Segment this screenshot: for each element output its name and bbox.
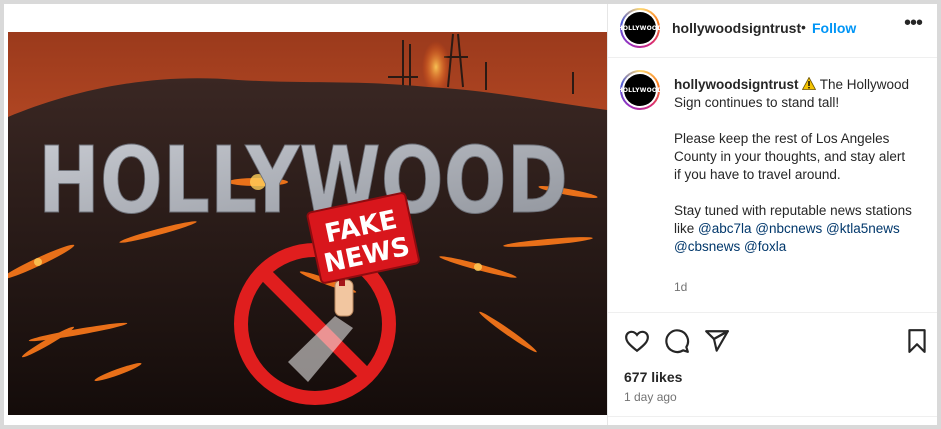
- post-image[interactable]: HOLLYWOOD FAKE NEWS: [8, 32, 607, 415]
- mention-link[interactable]: @ktla5news: [826, 221, 900, 236]
- caption-username[interactable]: hollywoodsigntrust: [674, 77, 799, 92]
- action-bar: [608, 322, 937, 358]
- mention-link[interactable]: @abc7la: [698, 221, 752, 236]
- divider: [608, 416, 937, 417]
- comment-icon[interactable]: [664, 328, 690, 354]
- caption-area: HOLLYWOOD hollywoodsigntrust The Hollywo…: [608, 58, 937, 313]
- likes-count[interactable]: 677 likes: [624, 369, 682, 385]
- bookmark-icon[interactable]: [904, 328, 930, 354]
- separator-dot: •: [801, 19, 806, 35]
- caption-avatar[interactable]: HOLLYWOOD: [618, 70, 662, 110]
- mention-link[interactable]: @nbcnews: [755, 221, 822, 236]
- avatar[interactable]: HOLLYWOOD: [618, 8, 662, 48]
- post-header: HOLLYWOOD hollywoodsigntrust • Follow ••…: [608, 4, 937, 58]
- heart-icon[interactable]: [624, 328, 650, 354]
- sign-letters: HOLLYWOOD: [38, 127, 568, 234]
- hollywood-fire-image: HOLLYWOOD FAKE NEWS: [8, 32, 607, 415]
- posted-time[interactable]: 1 day ago: [624, 390, 677, 404]
- share-icon[interactable]: [704, 328, 730, 354]
- mention-link[interactable]: @foxla: [744, 239, 786, 254]
- more-options-icon[interactable]: •••: [904, 12, 923, 35]
- caption-text: hollywoodsigntrust The Hollywood Sign co…: [674, 76, 914, 256]
- follow-button[interactable]: Follow: [812, 20, 856, 36]
- warning-icon: [802, 77, 817, 90]
- header-username[interactable]: hollywoodsigntrust: [672, 20, 801, 36]
- mention-link[interactable]: @cbsnews: [674, 239, 740, 254]
- caption-paragraph-2: Please keep the rest of Los Angeles Coun…: [674, 131, 909, 182]
- caption-timestamp[interactable]: 1d: [674, 280, 687, 294]
